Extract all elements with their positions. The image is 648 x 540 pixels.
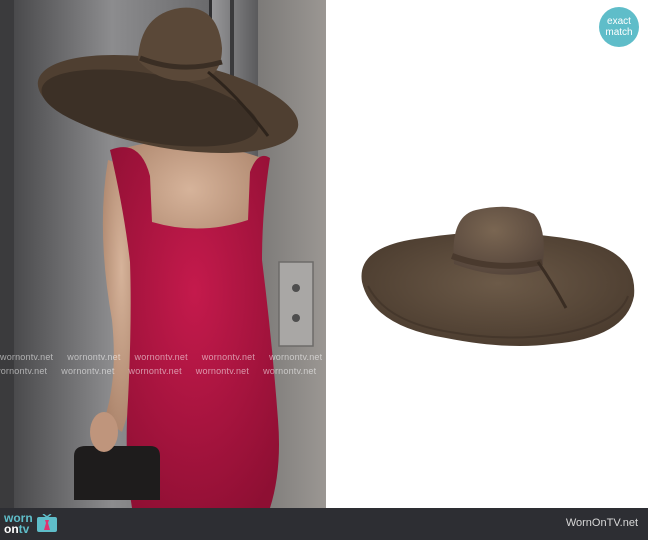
footer-bar: worn ontv WornOnTV.net [0,508,648,540]
scene-photo: wornontv.net wornontv.net wornontv.net worn… [0,0,326,508]
product-panel: exact match [326,0,648,508]
exact-match-badge: exact match [599,7,639,47]
product-hat-illustration [361,206,635,346]
logo-word-tv: tv [18,522,30,536]
watermark-row: wornontv.networnontv.networnontv.networn… [0,366,317,376]
tv-dress-icon [36,514,57,532]
watermark-row: wornontv.networnontv.networnontv.networn… [0,352,323,362]
logo-word-on: on [4,522,19,536]
site-name: WornOnTV.net [565,517,638,529]
wornontv-logo[interactable]: worn ontv [4,511,58,537]
scene-illustration [0,0,326,508]
